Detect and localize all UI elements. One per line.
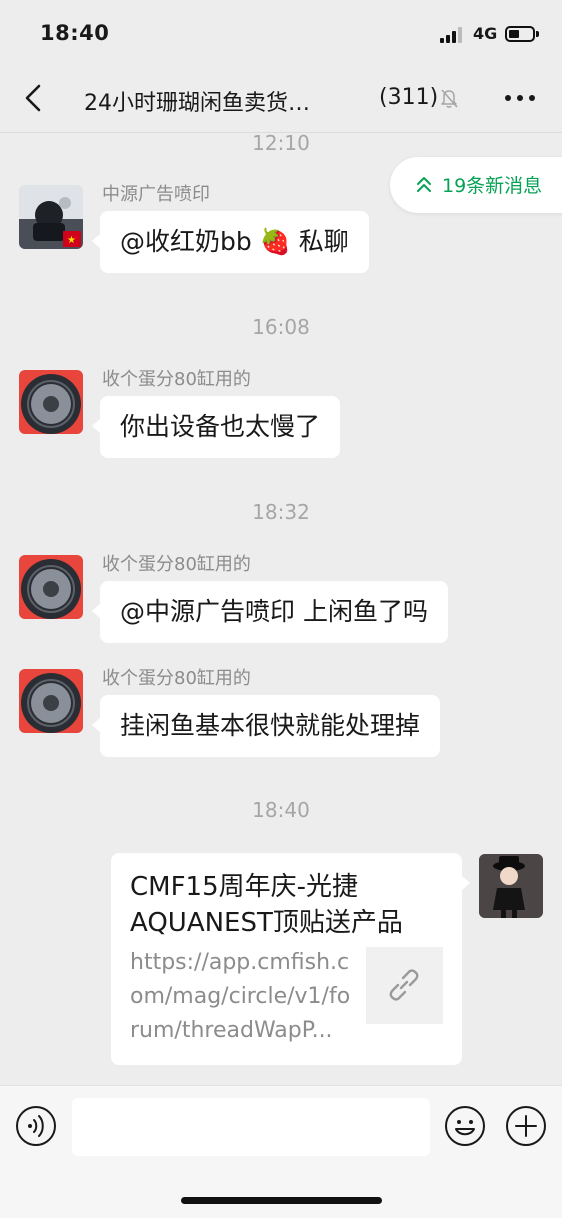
message-bubble[interactable]: 挂闲鱼基本很快就能处理掉 bbox=[91, 695, 441, 757]
link-card[interactable]: CMF15周年庆-光捷AQUANEST顶贴送产品 https://app.cmf… bbox=[111, 853, 470, 1065]
sender-name: 中源广告喷印 bbox=[102, 184, 210, 205]
network-type: 4G bbox=[473, 24, 498, 43]
avatar[interactable]: ★ bbox=[19, 185, 83, 249]
new-messages-label: 19条新消息 bbox=[442, 175, 543, 197]
svg-text:★: ★ bbox=[67, 235, 76, 246]
emoji-icon[interactable] bbox=[444, 1105, 486, 1147]
status-bar: 18:40 4G bbox=[0, 0, 562, 66]
link-card-url: https://app.cmfish.com/mag/circle/v1/for… bbox=[130, 950, 351, 1043]
timestamp: 18:32 bbox=[252, 500, 310, 524]
message-bubble[interactable]: 你出设备也太慢了 bbox=[91, 396, 341, 458]
timestamp: 18:40 bbox=[252, 798, 310, 822]
voice-input-icon[interactable] bbox=[15, 1105, 57, 1147]
avatar[interactable] bbox=[19, 669, 83, 733]
chat-title[interactable]: 24小时珊瑚闲鱼卖货… bbox=[84, 85, 356, 117]
timestamp: 16:08 bbox=[252, 315, 310, 339]
member-count: (311) bbox=[379, 85, 439, 110]
back-icon[interactable] bbox=[18, 82, 50, 114]
message-bubble[interactable]: @收红奶bb 🍓 私聊 bbox=[92, 211, 369, 273]
mute-bell-icon bbox=[441, 89, 458, 108]
sender-name: 收个蛋分80缸用的 bbox=[102, 369, 251, 390]
link-card-title: CMF15周年庆-光捷AQUANEST顶贴送产品 bbox=[130, 872, 403, 938]
message-bubble[interactable]: @中源广告喷印 上闲鱼了吗 bbox=[92, 581, 448, 643]
sender-name: 收个蛋分80缸用的 bbox=[102, 554, 251, 575]
link-icon bbox=[389, 969, 419, 1001]
link-thumbnail bbox=[366, 947, 443, 1024]
double-chevron-up-icon bbox=[417, 177, 431, 192]
plus-icon[interactable] bbox=[505, 1105, 547, 1147]
sender-name: 收个蛋分80缸用的 bbox=[102, 668, 251, 689]
avatar[interactable] bbox=[19, 370, 83, 434]
message-input[interactable] bbox=[72, 1098, 430, 1156]
battery-icon bbox=[505, 26, 539, 42]
timestamp: 12:10 bbox=[252, 131, 310, 155]
avatar[interactable] bbox=[19, 555, 83, 619]
signal-icon bbox=[440, 27, 466, 43]
new-messages-button[interactable]: 19条新消息 bbox=[390, 157, 562, 213]
status-time: 18:40 bbox=[40, 21, 110, 45]
home-indicator bbox=[181, 1197, 382, 1204]
chat-header: 24小时珊瑚闲鱼卖货… (311) bbox=[0, 66, 562, 132]
more-options-icon[interactable] bbox=[502, 88, 538, 108]
my-avatar[interactable] bbox=[479, 854, 543, 918]
